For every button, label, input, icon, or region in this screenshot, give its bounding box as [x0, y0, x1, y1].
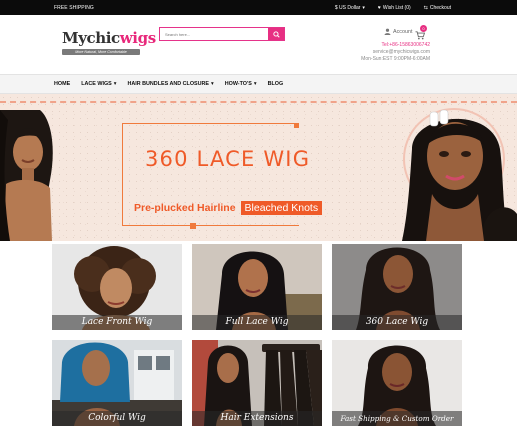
tile-caption: Colorful Wig [52, 411, 182, 426]
category-tile-full-lace[interactable]: Full Lace Wig [192, 244, 322, 330]
contact-info: Tel:+86-15863006742 service@mychicwigs.c… [361, 42, 430, 63]
category-tile-hair-extensions[interactable]: Hair Extensions [192, 340, 322, 426]
top-bar: FREE SHIPPING $ US Dollar ▾ ♥ Wish List … [0, 0, 517, 15]
category-tile-colorful[interactable]: Colorful Wig [52, 340, 182, 426]
search-button[interactable] [268, 28, 284, 40]
main-nav: HOME LACE WIGS ▾ HAIR BUNDLES AND CLOSURE… [0, 74, 517, 94]
logo-part2: wigs [119, 29, 156, 47]
category-tile-360-lace[interactable]: 360 Lace Wig [332, 244, 462, 330]
nav-label: LACE WIGS [81, 81, 112, 87]
banner-model-left [0, 110, 58, 241]
banner-subtitle-text: Pre-plucked Hairline [134, 202, 236, 214]
checkout-link[interactable]: ⇆ Checkout [424, 5, 451, 11]
nav-item-how-tos[interactable]: HOW-TO'S ▾ [225, 81, 257, 87]
account-link[interactable]: Account [384, 28, 412, 35]
nav-label: HAIR BUNDLES AND CLOSURE [127, 81, 210, 87]
category-tile-lace-front[interactable]: Lace Front Wig [52, 244, 182, 330]
banner-highlight: Bleached Knots [240, 201, 323, 215]
banner-title: 360 LACE WIG [145, 147, 311, 171]
nav-label: HOW-TO'S [224, 81, 252, 87]
banner-square-accent [190, 223, 196, 229]
search-icon [272, 30, 280, 38]
category-tile-fast-shipping[interactable]: Fast Shipping & Custom Order [332, 340, 462, 426]
tile-caption: Hair Extensions [192, 411, 322, 426]
hero-banner[interactable]: 360 LACE WIG Pre-plucked Hairline Bleach… [0, 94, 517, 241]
banner-model-right [392, 94, 517, 241]
logo-part1: Mychic [62, 29, 120, 47]
tile-caption: Full Lace Wig [192, 315, 322, 330]
wishlist-link[interactable]: ♥ Wish List (0) [378, 5, 411, 11]
banner-square-accent [294, 123, 299, 128]
chevron-down-icon: ▾ [253, 81, 257, 87]
currency-selector[interactable]: $ US Dollar ▾ [335, 5, 365, 11]
chevron-down-icon: ▾ [362, 4, 365, 11]
wishlist-label: Wish List (0) [382, 5, 411, 11]
account-label: Account [393, 28, 413, 35]
search-box [159, 27, 285, 41]
currency-label: $ US Dollar [334, 5, 361, 11]
cart-icon [415, 31, 426, 40]
checkout-label: Checkout [429, 5, 451, 11]
logo-tagline: More Natural, More Comfortable [62, 49, 140, 55]
top-links: $ US Dollar ▾ ♥ Wish List (0) ⇆ Checkout [335, 5, 451, 11]
header: Mychicwigs More Natural, More Comfortabl… [0, 15, 517, 74]
logo-wordmark: Mychicwigs [62, 29, 156, 47]
nav-label: BLOG [267, 81, 284, 87]
free-shipping-text: FREE SHIPPING [54, 5, 94, 11]
service-hours: Mon-Sun:EST 9:00PM-6:00AM [361, 56, 430, 62]
nav-item-blog[interactable]: BLOG [268, 81, 284, 87]
nav-item-hair-bundles[interactable]: HAIR BUNDLES AND CLOSURE ▾ [127, 81, 213, 87]
tile-caption: Lace Front Wig [52, 315, 182, 330]
nav-label: HOME [54, 81, 71, 87]
user-icon [384, 28, 391, 35]
share-icon: ⇆ [423, 4, 428, 11]
tile-caption: Fast Shipping & Custom Order [332, 411, 462, 426]
phone-number[interactable]: Tel:+86-15863006742 [361, 42, 430, 49]
tile-caption: 360 Lace Wig [332, 315, 462, 330]
site-logo[interactable]: Mychicwigs More Natural, More Comfortabl… [62, 29, 156, 59]
nav-item-lace-wigs[interactable]: LACE WIGS ▾ [81, 81, 116, 87]
cart-count-badge: 0 [420, 25, 427, 32]
search-input[interactable] [160, 28, 268, 40]
nav-item-home[interactable]: HOME [54, 81, 70, 87]
banner-subtitle: Pre-plucked Hairline Bleached Knots [134, 201, 323, 215]
chevron-down-icon: ▾ [113, 81, 117, 87]
heart-icon: ♥ [377, 4, 381, 11]
chevron-down-icon: ▾ [211, 81, 214, 87]
email-address[interactable]: service@mychicwigs.com [361, 49, 430, 56]
